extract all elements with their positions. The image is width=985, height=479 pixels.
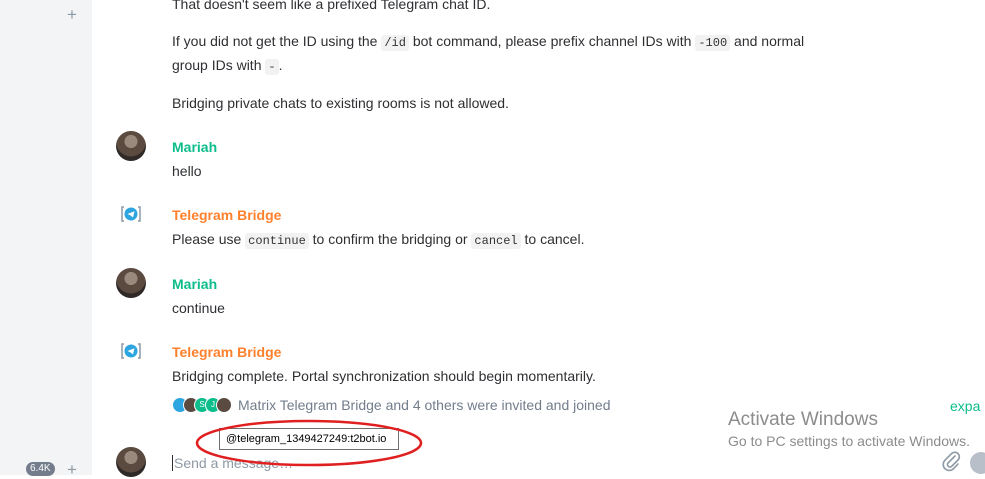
membership-text: Matrix Telegram Bridge and 4 others were…: [238, 397, 611, 413]
expand-link[interactable]: expa: [950, 398, 980, 414]
sender-name[interactable]: Mariah: [172, 275, 217, 293]
sender-name[interactable]: Telegram Bridge: [172, 343, 281, 361]
member-avatars: S J: [172, 397, 232, 413]
message-body: Please use continue to confirm the bridg…: [172, 231, 585, 249]
unread-count-badge: 6.4K: [26, 462, 55, 476]
message-body: continue: [172, 300, 225, 316]
sender-name[interactable]: Telegram Bridge: [172, 206, 281, 224]
telegram-bridge-avatar-icon[interactable]: [120, 340, 142, 362]
activate-windows-title: Activate Windows: [728, 409, 878, 430]
bridge-error-message: That doesn't seem like a prefixed Telegr…: [172, 0, 491, 12]
emoji-icon[interactable]: [970, 452, 985, 474]
bridge-private-note: Bridging private chats to existing rooms…: [172, 95, 509, 111]
add-room-plus-icon[interactable]: +: [65, 6, 79, 23]
telegram-bridge-avatar-icon[interactable]: [120, 203, 142, 225]
room-list-sidebar: + 6.4K +: [0, 0, 92, 478]
text-caret: [172, 455, 173, 471]
message-body: hello: [172, 163, 202, 179]
avatar[interactable]: [116, 268, 146, 298]
bridge-id-hint-message: If you did not get the ID using the /id …: [172, 33, 805, 75]
sender-name[interactable]: Mariah: [172, 138, 217, 156]
add-room-plus-icon[interactable]: +: [65, 461, 79, 478]
composer-avatar: [116, 447, 146, 477]
avatar[interactable]: [116, 131, 146, 161]
avatar: [216, 397, 232, 413]
membership-summary[interactable]: S J Matrix Telegram Bridge and 4 others …: [172, 396, 611, 414]
annotation-circle: [195, 419, 423, 467]
activate-windows-subtitle: Go to PC settings to activate Windows.: [728, 433, 970, 449]
paperclip-icon[interactable]: [940, 450, 962, 472]
message-body: Bridging complete. Portal synchronizatio…: [172, 368, 596, 384]
